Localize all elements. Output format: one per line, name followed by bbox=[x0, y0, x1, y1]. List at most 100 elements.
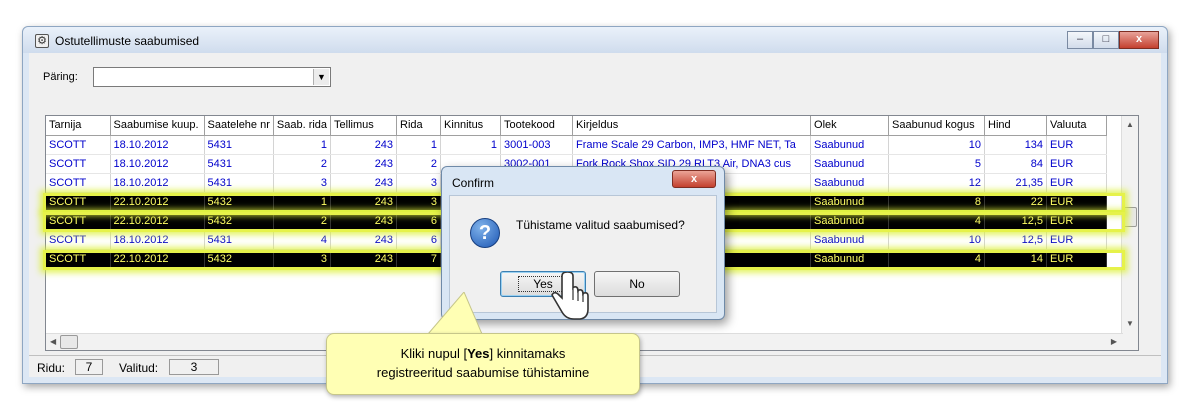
cell-kogus: 4 bbox=[888, 249, 986, 269]
cell-valuuta: EUR bbox=[1046, 192, 1108, 212]
cell-rida: 6 bbox=[396, 211, 442, 231]
cell-kuup: 22.10.2012 bbox=[110, 211, 205, 231]
cell-hind: 84 bbox=[984, 154, 1048, 174]
vertical-scroll-thumb[interactable] bbox=[1123, 207, 1137, 227]
cell-saateleht: 5431 bbox=[204, 135, 274, 155]
maximize-button[interactable]: □ bbox=[1093, 31, 1119, 49]
cell-saab-rida: 1 bbox=[273, 135, 332, 155]
scroll-up-icon[interactable]: ▲ bbox=[1126, 120, 1134, 129]
dropdown-arrow-icon[interactable]: ▼ bbox=[313, 69, 329, 85]
cell-kuup: 18.10.2012 bbox=[110, 135, 205, 155]
cell-kuup: 18.10.2012 bbox=[110, 154, 205, 174]
cell-saab-rida: 3 bbox=[273, 173, 332, 193]
cell-kogus: 5 bbox=[888, 154, 986, 174]
callout-bold: Yes bbox=[467, 346, 490, 361]
col-tarnija[interactable]: Tarnija bbox=[46, 116, 111, 136]
title-bar[interactable]: ⚙ Ostutellimuste saabumised – □ x bbox=[23, 27, 1167, 53]
col-valuuta[interactable]: Valuuta bbox=[1046, 116, 1108, 136]
cell-saab-rida: 1 bbox=[273, 192, 332, 212]
cell-saab-rida: 4 bbox=[273, 230, 332, 250]
cell-olek: Saabunud bbox=[810, 249, 890, 269]
callout-line-1: Kliki nupul [Yes] kinnitamaks bbox=[327, 344, 639, 363]
cell-hind: 22 bbox=[984, 192, 1048, 212]
callout-line-2: registreeritud saabumise tühistamine bbox=[376, 365, 590, 380]
query-select[interactable]: ▼ bbox=[93, 67, 331, 87]
instruction-callout: Kliki nupul [Yes] kinnitamaks registreer… bbox=[326, 333, 640, 395]
cell-tootekood: 3001-003 bbox=[500, 135, 574, 155]
cell-kogus: 10 bbox=[888, 135, 986, 155]
table-row[interactable]: SCOTT 18.10.2012 5431 1 243 1 1 3001-003 Frame S… bbox=[46, 135, 1108, 155]
cell-saateleht: 5432 bbox=[204, 211, 274, 231]
window-controls: – □ x bbox=[1067, 31, 1159, 49]
no-button[interactable]: No bbox=[594, 271, 680, 297]
cell-saateleht: 5432 bbox=[204, 249, 274, 269]
callout-suffix: ] kinnitamaks bbox=[489, 346, 566, 361]
cell-kuup: 18.10.2012 bbox=[110, 173, 205, 193]
cell-olek: Saabunud bbox=[810, 211, 890, 231]
cell-tellimus: 243 bbox=[330, 173, 398, 193]
pointer-hand-icon bbox=[551, 272, 589, 320]
cell-saateleht: 5431 bbox=[204, 230, 274, 250]
cell-hind: 14 bbox=[984, 249, 1048, 269]
cell-olek: Saabunud bbox=[810, 192, 890, 212]
callout-prefix: Kliki nupul [ bbox=[400, 346, 468, 361]
cell-tarnija: SCOTT bbox=[46, 173, 111, 193]
col-saabunud-kogus[interactable]: Saabunud kogus bbox=[888, 116, 986, 136]
cell-tellimus: 243 bbox=[330, 154, 398, 174]
dialog-title: Confirm bbox=[452, 176, 495, 190]
cell-tarnija: SCOTT bbox=[46, 135, 111, 155]
cell-olek: Saabunud bbox=[810, 154, 890, 174]
col-rida[interactable]: Rida bbox=[396, 116, 442, 136]
cell-tellimus: 243 bbox=[330, 249, 398, 269]
col-olek[interactable]: Olek bbox=[810, 116, 890, 136]
scroll-left-icon[interactable]: ◀ bbox=[50, 337, 56, 346]
cell-saateleht: 5431 bbox=[204, 154, 274, 174]
cell-saab-rida: 2 bbox=[273, 154, 332, 174]
scroll-right-icon[interactable]: ▶ bbox=[1111, 337, 1117, 346]
close-button[interactable]: x bbox=[1119, 31, 1159, 49]
cell-rida: 7 bbox=[396, 249, 442, 269]
cell-valuuta: EUR bbox=[1046, 230, 1108, 250]
scroll-down-icon[interactable]: ▼ bbox=[1126, 319, 1134, 328]
cell-hind: 134 bbox=[984, 135, 1048, 155]
cell-hind: 12,5 bbox=[984, 230, 1048, 250]
cell-valuuta: EUR bbox=[1046, 135, 1108, 155]
cell-tarnija: SCOTT bbox=[46, 154, 111, 174]
col-kirjeldus[interactable]: Kirjeldus bbox=[572, 116, 812, 136]
vertical-scrollbar[interactable]: ▲ ▼ bbox=[1121, 116, 1138, 350]
cell-tellimus: 243 bbox=[330, 192, 398, 212]
question-icon: ? bbox=[470, 218, 500, 248]
cell-kuup: 18.10.2012 bbox=[110, 230, 205, 250]
cell-kogus: 10 bbox=[888, 230, 986, 250]
cell-kuup: 22.10.2012 bbox=[110, 192, 205, 212]
col-saabumise-kuup[interactable]: Saabumise kuup. bbox=[110, 116, 205, 136]
cell-kirjeldus: Frame Scale 29 Carbon, IMP3, HMF NET, Ta bbox=[572, 135, 812, 155]
cell-saab-rida: 3 bbox=[273, 249, 332, 269]
query-label: Päring: bbox=[43, 71, 78, 83]
cell-kogus: 8 bbox=[888, 192, 986, 212]
cell-kogus: 4 bbox=[888, 211, 986, 231]
table-header-row: Tarnija Saabumise kuup. Saatelehe nr Saa… bbox=[46, 116, 1108, 136]
rows-count-label: Ridu: bbox=[37, 361, 66, 375]
cell-valuuta: EUR bbox=[1046, 154, 1108, 174]
minimize-button[interactable]: – bbox=[1067, 31, 1093, 49]
window-title: Ostutellimuste saabumised bbox=[55, 34, 200, 48]
col-saatelehe-nr[interactable]: Saatelehe nr bbox=[204, 116, 274, 136]
cell-olek: Saabunud bbox=[810, 135, 890, 155]
cell-olek: Saabunud bbox=[810, 230, 890, 250]
col-saab-rida[interactable]: Saab. rida bbox=[273, 116, 332, 136]
cell-kinnitus: 1 bbox=[440, 135, 502, 155]
col-tootekood[interactable]: Tootekood bbox=[500, 116, 574, 136]
selected-count-label: Valitud: bbox=[119, 361, 159, 375]
horizontal-scroll-thumb[interactable] bbox=[60, 335, 78, 349]
cell-tarnija: SCOTT bbox=[46, 192, 111, 212]
cell-rida: 3 bbox=[396, 192, 442, 212]
cell-rida: 6 bbox=[396, 230, 442, 250]
cell-olek: Saabunud bbox=[810, 173, 890, 193]
cell-kuup: 22.10.2012 bbox=[110, 249, 205, 269]
selected-count-value: 3 bbox=[169, 359, 219, 375]
col-kinnitus[interactable]: Kinnitus bbox=[440, 116, 502, 136]
dialog-close-button[interactable]: x bbox=[672, 170, 716, 188]
col-hind[interactable]: Hind bbox=[984, 116, 1048, 136]
col-tellimus[interactable]: Tellimus bbox=[330, 116, 398, 136]
